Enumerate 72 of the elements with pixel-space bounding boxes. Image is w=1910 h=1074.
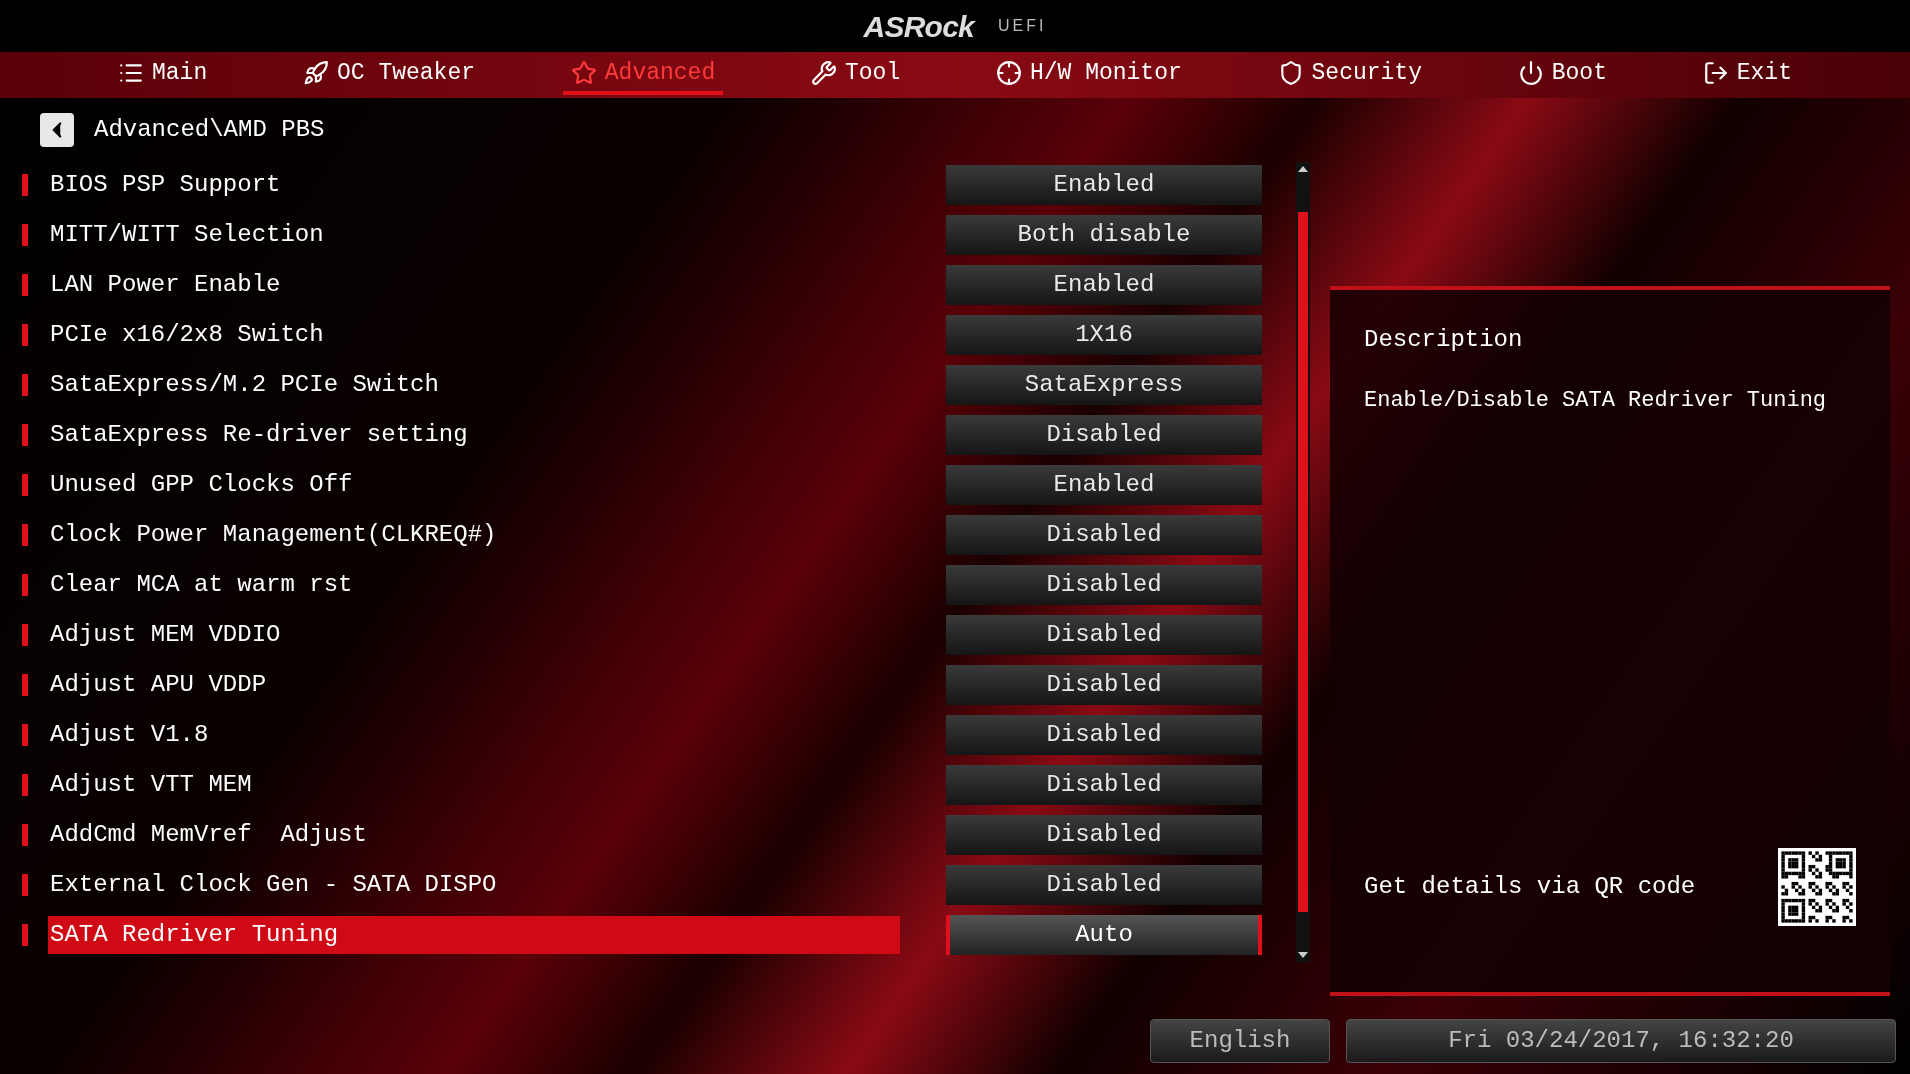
row-marker <box>22 574 28 596</box>
power-icon <box>1517 60 1544 86</box>
setting-label[interactable]: PCIe x16/2x8 Switch <box>48 316 900 354</box>
setting-label[interactable]: MITT/WITT Selection <box>48 216 900 254</box>
setting-label[interactable]: LAN Power Enable <box>48 266 900 304</box>
nav-tab[interactable]: Tool <box>802 55 909 95</box>
row-marker <box>22 274 28 296</box>
breadcrumb: Advanced\AMD PBS <box>94 115 325 145</box>
row-marker <box>22 224 28 246</box>
nav-tab[interactable]: Boot <box>1509 55 1615 95</box>
row-marker <box>22 874 28 896</box>
value-button[interactable]: Enabled <box>946 165 1262 205</box>
setting-label[interactable]: Clear MCA at warm rst <box>48 566 900 604</box>
value-button[interactable]: Enabled <box>946 465 1262 505</box>
crosshair-icon <box>995 60 1022 86</box>
setting-label[interactable]: SataExpress/M.2 PCIe Switch <box>48 366 900 404</box>
logo: ASRock <box>863 8 975 45</box>
value-button[interactable]: 1X16 <box>946 315 1262 355</box>
setting-label[interactable]: Clock Power Management(CLKREQ#) <box>48 516 900 554</box>
setting-label[interactable]: Adjust V1.8 <box>48 716 900 754</box>
date-time: Fri 03/24/2017, 16:32:20 <box>1346 1019 1896 1063</box>
setting-label[interactable]: SataExpress Re-driver setting <box>48 416 900 454</box>
value-button[interactable]: SataExpress <box>946 365 1262 405</box>
value-button[interactable]: Disabled <box>946 865 1262 905</box>
row-marker <box>22 174 28 196</box>
qr-label: Get details via QR code <box>1364 872 1696 902</box>
setting-label[interactable]: Unused GPP Clocks Off <box>48 466 900 504</box>
setting-label[interactable]: Adjust MEM VDDIO <box>48 616 900 654</box>
value-button[interactable]: Disabled <box>946 815 1262 855</box>
setting-label[interactable]: External Clock Gen - SATA DISPO <box>48 866 900 904</box>
row-marker <box>22 624 28 646</box>
scrollbar[interactable] <box>1296 162 1310 962</box>
row-marker <box>22 524 28 546</box>
setting-label[interactable]: SATA Redriver Tuning <box>48 916 900 954</box>
qr-code-icon <box>1778 848 1856 926</box>
value-button[interactable]: Disabled <box>946 415 1262 455</box>
row-marker <box>22 774 28 796</box>
row-marker <box>22 474 28 496</box>
value-button[interactable]: Disabled <box>946 715 1262 755</box>
value-button[interactable]: Disabled <box>946 515 1262 555</box>
star-icon <box>570 60 597 86</box>
nav-tab[interactable]: H/W Monitor <box>987 55 1190 95</box>
rocket-icon <box>303 60 329 86</box>
setting-label[interactable]: AddCmd MemVref Adjust <box>48 816 900 854</box>
setting-label[interactable]: Adjust APU VDDP <box>48 666 900 704</box>
value-button[interactable]: Disabled <box>946 565 1262 605</box>
nav-tab[interactable]: Main <box>110 55 216 95</box>
exit-icon <box>1702 60 1729 86</box>
value-button[interactable]: Enabled <box>946 265 1262 305</box>
language-button[interactable]: English <box>1150 1019 1330 1063</box>
row-marker <box>22 674 28 696</box>
row-marker <box>22 924 28 946</box>
value-button[interactable]: Disabled <box>946 615 1262 655</box>
setting-label[interactable]: Adjust VTT MEM <box>48 766 900 804</box>
row-marker <box>22 424 28 446</box>
value-button[interactable]: Disabled <box>946 765 1262 805</box>
row-marker <box>22 824 28 846</box>
nav-tab[interactable]: Security <box>1269 55 1430 95</box>
description-text: Enable/Disable SATA Redriver Tuning <box>1364 387 1828 415</box>
description-title: Description <box>1364 325 1524 355</box>
value-button[interactable]: Both disable <box>946 215 1262 255</box>
back-button[interactable] <box>40 113 74 147</box>
logo-subtitle: UEFI <box>998 16 1047 36</box>
setting-label[interactable]: BIOS PSP Support <box>48 166 900 204</box>
row-marker <box>22 324 28 346</box>
value-button[interactable]: Disabled <box>946 665 1262 705</box>
nav-tab[interactable]: OC Tweaker <box>295 55 483 95</box>
row-marker <box>22 724 28 746</box>
nav-tab[interactable]: Exit <box>1694 55 1800 95</box>
value-button[interactable]: Auto <box>946 915 1262 955</box>
wrench-icon <box>810 60 837 86</box>
row-marker <box>22 374 28 396</box>
